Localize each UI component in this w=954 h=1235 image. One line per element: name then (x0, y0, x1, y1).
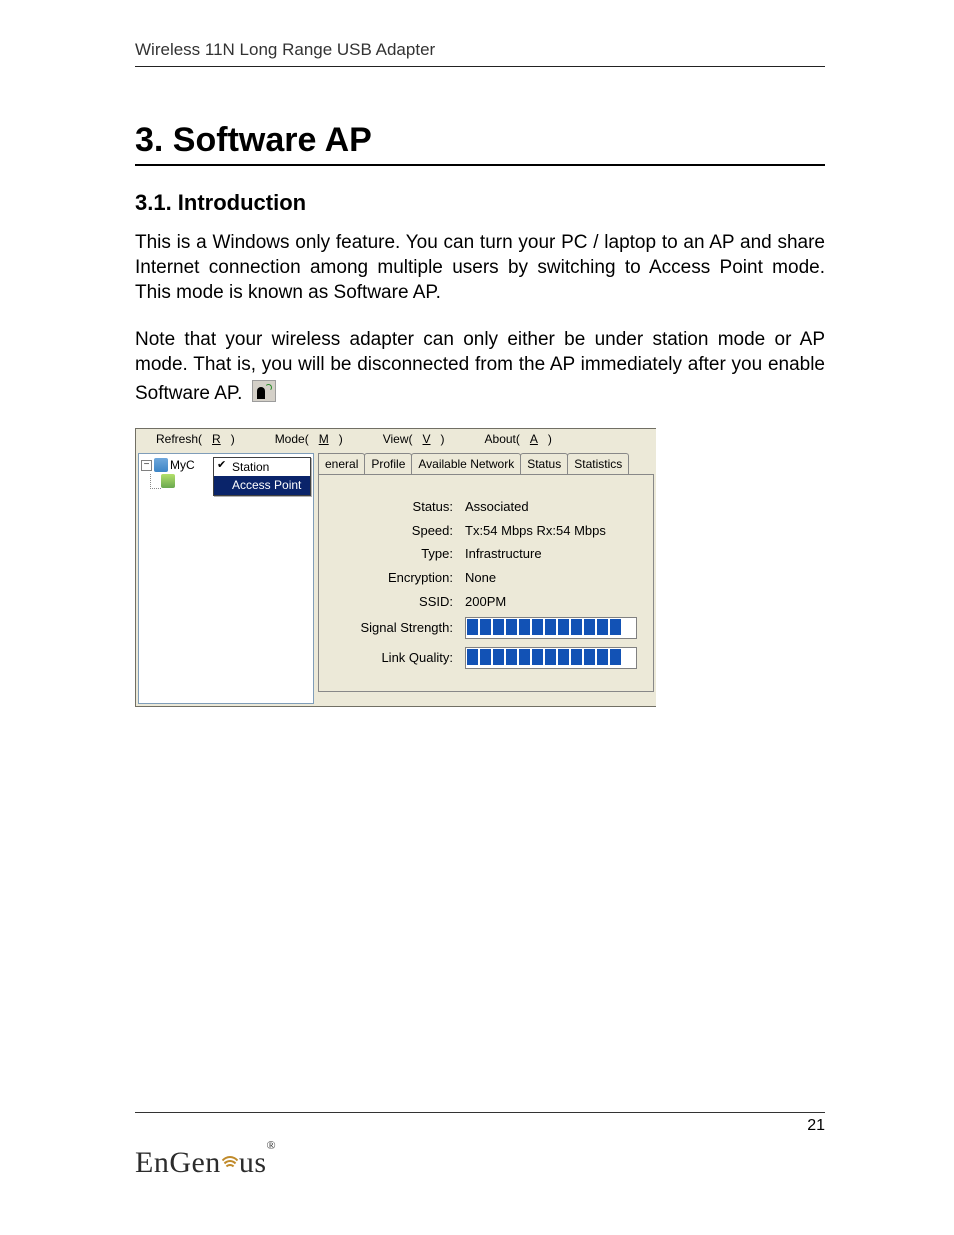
chapter-title: 3. Software AP (135, 121, 825, 166)
value-speed: Tx:54 Mbps Rx:54 Mbps (459, 519, 643, 543)
value-type: Infrastructure (459, 542, 643, 566)
tree-line (150, 474, 161, 489)
menubar: Refresh(R) Mode(M) View(V) About(A) (136, 429, 656, 450)
section-title: 3.1. Introduction (135, 190, 825, 216)
value-status: Associated (459, 495, 643, 519)
status-table: Status:Associated Speed:Tx:54 Mbps Rx:54… (329, 495, 643, 673)
ap-icon (252, 380, 276, 402)
tree-panel: − MyC Station Access Point (138, 453, 314, 704)
tab-status[interactable]: Status (520, 453, 568, 474)
mode-menu: Station Access Point (213, 457, 311, 496)
label-speed: Speed: (329, 519, 459, 543)
app-window: Refresh(R) Mode(M) View(V) About(A) − My… (135, 428, 656, 707)
tab-bar: eneral Profile Available Network Status … (318, 453, 654, 474)
tree-root-label: MyC (170, 458, 195, 472)
mode-station[interactable]: Station (214, 458, 310, 476)
tab-panel: Status:Associated Speed:Tx:54 Mbps Rx:54… (318, 474, 654, 692)
value-ssid: 200PM (459, 590, 643, 614)
adapter-icon (161, 474, 175, 488)
label-status: Status: (329, 495, 459, 519)
menu-refresh[interactable]: Refresh(R) (136, 429, 255, 450)
value-encryption: None (459, 566, 643, 590)
label-signal: Signal Strength: (329, 613, 459, 643)
menu-view[interactable]: View(V) (363, 429, 465, 450)
wifi-icon (219, 1156, 241, 1170)
link-quality-bar (465, 647, 637, 669)
tab-profile[interactable]: Profile (364, 453, 412, 474)
tab-statistics[interactable]: Statistics (567, 453, 629, 474)
paragraph: This is a Windows only feature. You can … (135, 230, 825, 305)
page-number: 21 (135, 1117, 825, 1135)
paragraph: Note that your wireless adapter can only… (135, 327, 825, 406)
label-type: Type: (329, 542, 459, 566)
page-header: Wireless 11N Long Range USB Adapter (135, 40, 825, 67)
page-footer: 21 (135, 1112, 825, 1135)
label-link: Link Quality: (329, 643, 459, 673)
tab-general[interactable]: eneral (318, 453, 365, 474)
menu-about[interactable]: About(A) (465, 429, 572, 450)
menu-mode[interactable]: Mode(M) (255, 429, 363, 450)
label-ssid: SSID: (329, 590, 459, 614)
computer-icon (154, 458, 168, 472)
engenius-logo: EnGenus® (135, 1146, 276, 1180)
signal-strength-bar (465, 617, 637, 639)
mode-access-point[interactable]: Access Point (214, 476, 310, 494)
tab-available-network[interactable]: Available Network (411, 453, 521, 474)
label-encryption: Encryption: (329, 566, 459, 590)
collapse-icon[interactable]: − (141, 460, 152, 471)
